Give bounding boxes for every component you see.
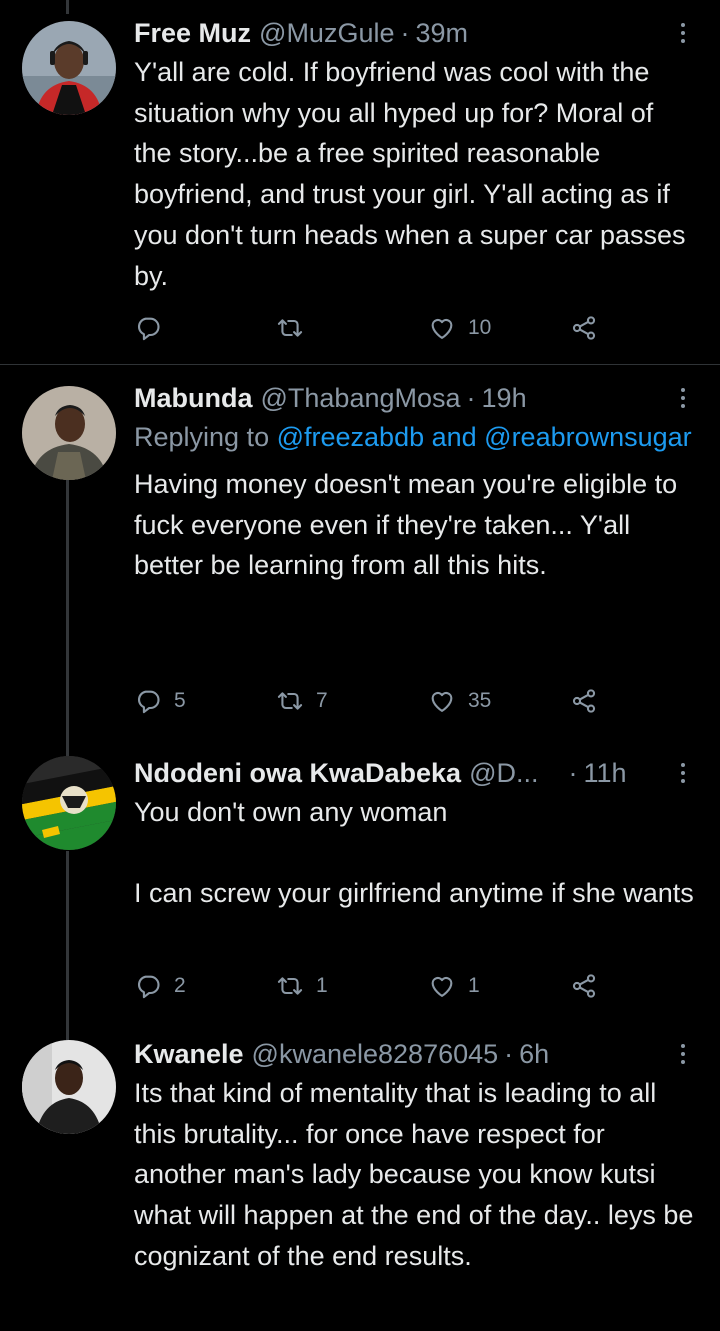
like-button[interactable]: 1 [428,966,480,1006]
avatar[interactable] [22,21,116,115]
avatar[interactable] [22,1040,116,1134]
tweet-4[interactable]: Kwanele @kwanele82876045 · 6h Its that k… [0,1037,720,1331]
retweet-icon [276,314,304,342]
share-icon [570,972,598,1000]
timestamp[interactable]: 6h [519,1039,549,1070]
like-icon [428,972,456,1000]
user-handle[interactable]: @MuzGule [259,18,394,49]
share-icon [570,687,598,715]
retweet-count: 7 [316,689,328,712]
like-icon [428,314,456,342]
tweet-actions: 10 [134,308,614,348]
user-handle[interactable]: @ThabangMosa [261,383,461,414]
separator-dot: · [568,757,578,788]
reply-button[interactable] [134,308,174,348]
reply-icon [134,687,162,715]
tweet-header: Free Muz @MuzGule · 39m [134,16,696,50]
tweet-text: You don't own any woman I can screw your… [134,797,694,909]
reply-button[interactable]: 2 [134,966,186,1006]
reply-icon [134,314,162,342]
display-name[interactable]: Ndodeni owa KwaDabeka [134,758,461,789]
replying-label: Replying to [134,422,270,452]
display-name[interactable]: Kwanele [134,1039,244,1070]
reply-count: 2 [174,974,186,997]
tweet-header: Mabunda @ThabangMosa · 19h [134,381,696,415]
separator-dot: · [400,17,410,48]
tweet-text: Having money doesn't mean you're eligibl… [134,469,685,581]
user-handle[interactable]: @D... [469,758,538,789]
replying-to: Replying to @freezabdb and @reabrownsuga… [134,417,696,458]
retweet-button[interactable]: 1 [276,966,328,1006]
tweet-2[interactable]: Mabunda @ThabangMosa · 19h Replying to @… [0,365,720,756]
reply-button[interactable]: 5 [134,681,186,721]
thread-connector [66,480,69,756]
more-icon[interactable] [670,16,696,50]
tweet-text: Y'all are cold. If boyfriend was cool wi… [134,57,694,291]
share-button[interactable] [570,681,598,721]
display-name[interactable]: Free Muz [134,18,251,49]
thread-connector [66,851,69,1042]
timestamp[interactable]: 19h [482,383,527,414]
tweet-actions: 5 7 35 [134,681,614,721]
timestamp[interactable]: 39m [415,18,468,49]
retweet-button[interactable] [276,308,316,348]
retweet-count: 1 [316,974,328,997]
like-icon [428,687,456,715]
avatar[interactable] [22,386,116,480]
like-button[interactable]: 10 [428,308,491,348]
display-name[interactable]: Mabunda [134,383,253,414]
tweet-text: Its that kind of mentality that is leadi… [134,1078,701,1271]
share-icon [570,314,598,342]
retweet-icon [276,972,304,1000]
user-handle[interactable]: @kwanele82876045 [252,1039,499,1070]
retweet-button[interactable]: 7 [276,681,328,721]
avatar[interactable] [22,756,116,850]
tweet-header: Ndodeni owa KwaDabeka @D... · 11h [134,756,696,790]
more-icon[interactable] [670,1037,696,1071]
reply-icon [134,972,162,1000]
separator-dot: · [504,1038,514,1069]
separator-dot: · [466,382,476,413]
more-icon[interactable] [670,756,696,790]
tweet-actions: 2 1 1 [134,966,614,1006]
more-icon[interactable] [670,381,696,415]
like-count: 35 [468,689,492,712]
tweet-header: Kwanele @kwanele82876045 · 6h [134,1037,696,1071]
share-button[interactable] [570,966,598,1006]
tweet-1[interactable]: Free Muz @MuzGule · 39m Y'all are cold. … [0,0,720,364]
share-button[interactable] [570,308,598,348]
like-count: 1 [468,974,480,997]
tweet-3[interactable]: Ndodeni owa KwaDabeka @D... · 11h You do… [0,756,720,1042]
retweet-icon [276,687,304,715]
like-button[interactable]: 35 [428,681,491,721]
timestamp[interactable]: 11h [584,758,627,789]
reply-mentions[interactable]: @freezabdb and @reabrownsugar [277,422,692,452]
like-count: 10 [468,316,492,339]
reply-count: 5 [174,689,186,712]
